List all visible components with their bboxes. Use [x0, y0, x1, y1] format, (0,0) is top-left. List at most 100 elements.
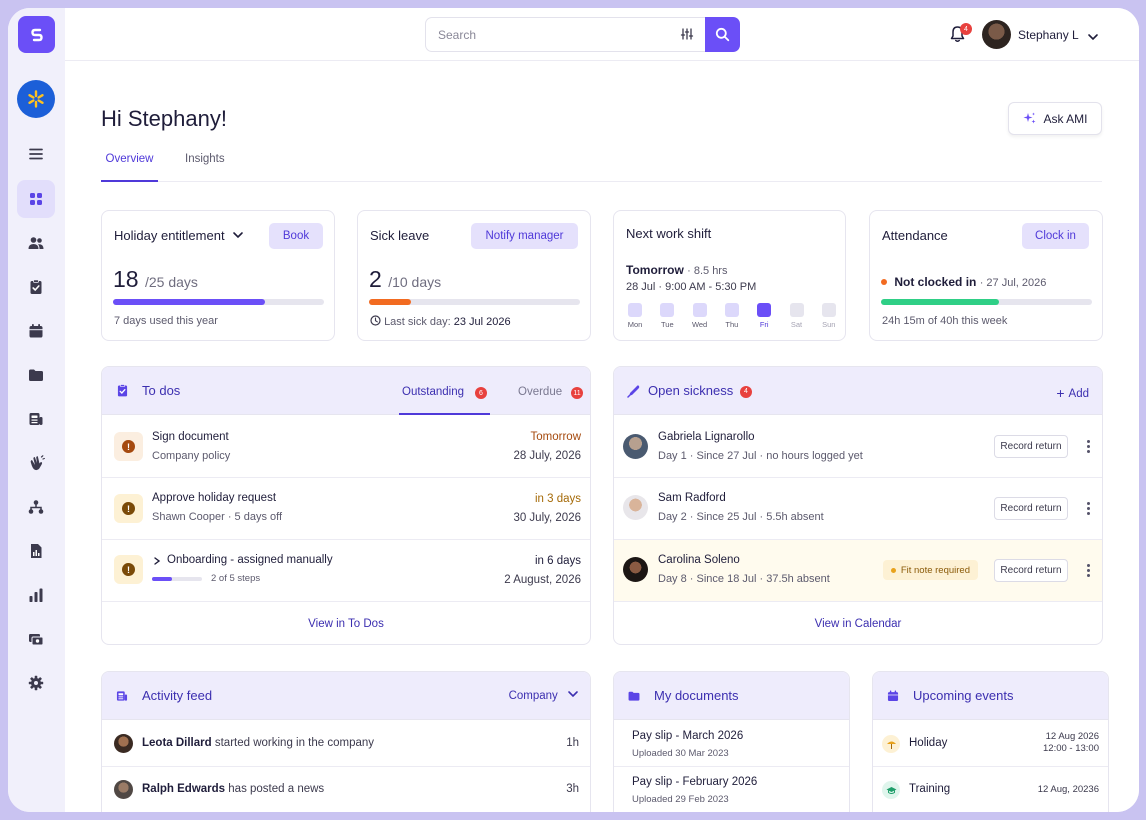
onboarding-progress-track — [152, 577, 202, 581]
sickness-row[interactable]: Sam Radford Day 2 · Since 25 Jul · 5.5h … — [614, 478, 1102, 540]
news-icon — [116, 691, 128, 701]
activity-filter-dropdown[interactable]: Company — [509, 689, 579, 702]
sidebar-item-people[interactable] — [17, 224, 55, 262]
holiday-card: Holiday entitlement Book 18 /25 days 7 d… — [101, 210, 335, 341]
sidebar-item-news[interactable] — [17, 400, 55, 438]
activity-action: started working in the company — [214, 737, 375, 749]
chevron-down-icon[interactable] — [1087, 29, 1099, 47]
search-input[interactable] — [438, 28, 658, 42]
view-todos-link[interactable]: View in To Dos — [102, 618, 590, 630]
shift-day: Tomorrow — [626, 263, 684, 277]
record-return-button[interactable]: Record return — [994, 435, 1068, 458]
event-item[interactable]: Training 12 Aug, 20236 — [873, 767, 1108, 812]
sidebar-item-calendar[interactable] — [17, 312, 55, 350]
events-title: Upcoming events — [913, 688, 1014, 703]
filter-sliders-icon[interactable] — [680, 27, 694, 46]
holiday-progress-track — [113, 299, 324, 305]
sidebar-item-files[interactable] — [17, 356, 55, 394]
todo-title: Sign document — [152, 431, 229, 443]
sidebar-item-reports[interactable] — [17, 532, 55, 570]
add-sickness-button[interactable]: + Add — [1056, 385, 1089, 401]
document-name: Pay slip - March 2026 — [632, 730, 744, 742]
chevron-right-icon[interactable] — [152, 556, 162, 566]
sidebar-item-payroll[interactable] — [17, 620, 55, 658]
avatar — [623, 557, 648, 582]
sidebar — [8, 8, 65, 812]
more-options-icon[interactable] — [1087, 440, 1091, 455]
plus-icon: + — [1056, 385, 1065, 401]
notify-manager-button[interactable]: Notify manager — [471, 223, 578, 249]
sidebar-item-tasks[interactable] — [17, 268, 55, 306]
holiday-title[interactable]: Holiday entitlement — [114, 228, 244, 243]
clock-in-button[interactable]: Clock in — [1022, 223, 1089, 249]
todo-item[interactable]: ! Onboarding - assigned manually 2 of 5 … — [102, 540, 590, 602]
fit-note-badge: Fit note required — [882, 560, 978, 580]
folder-icon — [628, 691, 640, 701]
spark-logo-icon — [28, 90, 44, 108]
ask-ami-button[interactable]: Ask AMI — [1008, 102, 1102, 135]
activity-item[interactable]: Leota Dillard started working in the com… — [102, 721, 590, 767]
todo-date: 28 July, 2026 — [513, 450, 581, 462]
attendance-note: 24h 15m of 40h this week — [882, 315, 1008, 327]
user-name[interactable]: Stephany L — [1018, 28, 1079, 42]
document-uploaded: Uploaded 29 Feb 2023 — [632, 794, 729, 805]
sickness-title: Open sickness 4 — [648, 383, 752, 398]
shift-day-label: Fri — [759, 320, 769, 329]
todos-header: To dos Outstanding 6 Overdue 11 — [102, 367, 590, 415]
thermometer-icon — [627, 385, 640, 398]
clock-icon — [370, 315, 381, 326]
shift-day-label: Thu — [725, 320, 739, 329]
shift-title: Next work shift — [626, 226, 712, 241]
record-return-button[interactable]: Record return — [994, 497, 1068, 520]
event-item[interactable]: Holiday 12 Aug 2026 12:00 - 13:00 — [873, 721, 1108, 767]
people-icon — [28, 237, 44, 249]
document-item[interactable]: Pay slip - February 2026 Uploaded 29 Feb… — [614, 767, 849, 812]
user-avatar[interactable] — [982, 20, 1011, 49]
onboarding-progress-fill — [152, 577, 172, 581]
tab-overdue[interactable]: Overdue 11 — [518, 367, 588, 415]
sidebar-item-analytics[interactable] — [17, 576, 55, 614]
more-options-icon[interactable] — [1087, 502, 1091, 517]
company-logo[interactable] — [17, 80, 55, 118]
attendance-date: · 27 Jul, 2026 — [979, 277, 1047, 289]
more-options-icon[interactable] — [1087, 564, 1091, 579]
sick-used: 2 /10 days — [369, 266, 441, 293]
shift-detail: 28 Jul · 9:00 AM - 5:30 PM — [626, 281, 757, 293]
todo-title: Approve holiday request — [152, 492, 277, 504]
todo-due: in 3 days — [534, 493, 581, 505]
tab-overview[interactable]: Overview — [101, 153, 158, 182]
avatar — [114, 780, 133, 799]
ask-ami-label: Ask AMI — [1043, 111, 1088, 126]
document-item[interactable]: Pay slip - March 2026 Uploaded 30 Mar 20… — [614, 721, 849, 767]
book-button[interactable]: Book — [269, 223, 323, 249]
attendance-status-label: Not clocked in — [894, 275, 977, 289]
todo-subtitle: 2 of 5 steps — [211, 573, 261, 584]
todo-item[interactable]: ! Approve holiday request Shawn Cooper ·… — [102, 478, 590, 540]
activity-item[interactable]: Ralph Edwards has posted a news 3h — [102, 767, 590, 812]
shift-day-label: Sun — [822, 320, 836, 329]
sick-leave-card: Sick leave Notify manager 2 /10 days Las… — [357, 210, 591, 341]
tab-insights[interactable]: Insights — [185, 153, 225, 182]
documents-header: My documents — [614, 672, 849, 720]
sickness-row[interactable]: Gabriela Lignarollo Day 1 · Since 27 Jul… — [614, 416, 1102, 478]
app-logo[interactable] — [18, 16, 55, 53]
event-date: 12 Aug, 20236 — [1037, 784, 1099, 795]
todo-item[interactable]: ! Sign document Company policy Tomorrow … — [102, 416, 590, 478]
shift-day-marker — [821, 303, 836, 317]
sidebar-item-org-chart[interactable] — [17, 488, 55, 526]
record-return-button[interactable]: Record return — [994, 559, 1068, 582]
search-button[interactable] — [705, 17, 740, 52]
todo-date: 2 August, 2026 — [504, 574, 581, 586]
sickness-row[interactable]: Carolina Soleno Day 8 · Since 18 Jul · 3… — [614, 540, 1102, 602]
sidebar-item-recognition[interactable] — [17, 444, 55, 482]
shift-hours: · 8.5 hrs — [687, 265, 728, 277]
sidebar-item-settings[interactable] — [17, 664, 55, 702]
event-when: 12 Aug, 20236 — [1038, 784, 1099, 795]
next-shift-card: Next work shift Tomorrow · 8.5 hrs 28 Ju… — [613, 210, 846, 341]
event-time: 12:00 - 13:00 — [1043, 743, 1099, 754]
avatar — [623, 434, 648, 459]
sidebar-item-dashboard[interactable] — [17, 180, 55, 218]
tab-outstanding[interactable]: Outstanding 6 — [399, 367, 490, 415]
view-calendar-link[interactable]: View in Calendar — [614, 618, 1102, 630]
menu-button[interactable] — [17, 135, 55, 173]
